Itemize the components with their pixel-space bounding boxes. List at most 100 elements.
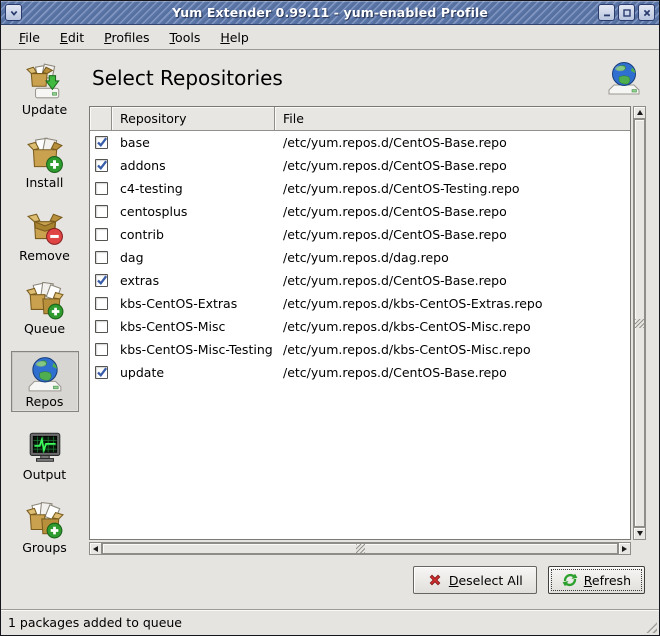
- repo-file: /etc/yum.repos.d/CentOS-Base.repo: [275, 273, 630, 288]
- repo-name: base: [112, 135, 275, 150]
- scroll-down-button[interactable]: [633, 527, 646, 540]
- repo-checkbox[interactable]: [95, 228, 108, 241]
- remove-box-icon: [26, 209, 64, 247]
- sidebar-item-update[interactable]: Update: [11, 59, 79, 120]
- repo-checkbox[interactable]: [95, 251, 108, 264]
- repo-row[interactable]: contrib/etc/yum.repos.d/CentOS-Base.repo: [90, 223, 630, 246]
- repo-name: centosplus: [112, 204, 275, 219]
- resize-grip[interactable]: [642, 618, 657, 633]
- sidebar-item-label: Groups: [14, 540, 76, 555]
- repo-file: /etc/yum.repos.d/CentOS-Testing.repo: [275, 181, 630, 196]
- repo-checkbox[interactable]: [95, 297, 108, 310]
- horizontal-scroll-track[interactable]: [102, 542, 618, 555]
- page-title: Select Repositories: [92, 66, 283, 90]
- repo-row[interactable]: kbs-CentOS-Extras/etc/yum.repos.d/kbs-Ce…: [90, 292, 630, 315]
- deselect-all-button[interactable]: Deselect All: [413, 566, 537, 594]
- column-header-file[interactable]: File: [275, 107, 630, 131]
- deselect-x-icon: [427, 572, 443, 588]
- arrow-left-icon: [93, 546, 98, 552]
- repo-row[interactable]: kbs-CentOS-Misc/etc/yum.repos.d/kbs-Cent…: [90, 315, 630, 338]
- sidebar-item-output[interactable]: Output: [11, 424, 79, 485]
- vertical-scroll-thumb[interactable]: [634, 119, 645, 527]
- window-title: Yum Extender 0.99.11 - yum-enabled Profi…: [1, 5, 659, 20]
- repo-name: contrib: [112, 227, 275, 242]
- minimize-button[interactable]: [598, 4, 615, 21]
- repo-checkbox-checked[interactable]: [95, 366, 108, 379]
- arrow-up-icon: [637, 110, 643, 115]
- status-bar: 1 packages added to queue: [1, 609, 659, 635]
- window-menu-button[interactable]: [5, 4, 22, 21]
- scroll-right-button[interactable]: [618, 542, 631, 555]
- repo-name: addons: [112, 158, 275, 173]
- content-area: Update Install Remove Queue Repos Output Group…: [1, 50, 659, 609]
- repo-file: /etc/yum.repos.d/CentOS-Base.repo: [275, 365, 630, 380]
- sidebar: Update Install Remove Queue Repos Output Group…: [1, 50, 88, 609]
- menu-tools[interactable]: Tools: [160, 27, 211, 48]
- minimize-icon: [602, 8, 612, 18]
- column-header-repository[interactable]: Repository: [112, 107, 275, 131]
- repo-file: /etc/yum.repos.d/CentOS-Base.repo: [275, 158, 630, 173]
- arrow-right-icon: [622, 546, 627, 552]
- repo-checkbox[interactable]: [95, 205, 108, 218]
- output-monitor-icon: [26, 428, 64, 466]
- main-panel: Select Repositories RepositoryFile base/…: [88, 50, 659, 609]
- repo-checkbox-checked[interactable]: [95, 159, 108, 172]
- scroll-left-button[interactable]: [89, 542, 102, 555]
- sidebar-item-label: Update: [14, 102, 76, 117]
- title-bar[interactable]: Yum Extender 0.99.11 - yum-enabled Profi…: [1, 1, 659, 25]
- refresh-button[interactable]: Refresh: [548, 566, 645, 594]
- repo-row[interactable]: base/etc/yum.repos.d/CentOS-Base.repo: [90, 131, 630, 154]
- scroll-grip-icon: [635, 319, 644, 328]
- vertical-scrollbar[interactable]: [633, 106, 646, 540]
- horizontal-scrollbar[interactable]: [89, 542, 631, 555]
- sidebar-item-queue[interactable]: Queue: [11, 278, 79, 339]
- sidebar-item-label: Queue: [14, 321, 76, 336]
- menu-profiles[interactable]: Profiles: [94, 27, 159, 48]
- repo-checkbox[interactable]: [95, 182, 108, 195]
- menu-edit[interactable]: Edit: [50, 27, 94, 48]
- menu-help[interactable]: Help: [210, 27, 259, 48]
- button-row: Deselect All Refresh: [89, 555, 646, 609]
- repo-row[interactable]: dag/etc/yum.repos.d/dag.repo: [90, 246, 630, 269]
- repo-row[interactable]: update/etc/yum.repos.d/CentOS-Base.repo: [90, 361, 630, 384]
- repo-row[interactable]: c4-testing/etc/yum.repos.d/CentOS-Testin…: [90, 177, 630, 200]
- list-viewport: RepositoryFile base/etc/yum.repos.d/Cent…: [89, 106, 631, 540]
- repo-file: /etc/yum.repos.d/kbs-CentOS-Misc.repo: [275, 342, 630, 357]
- repo-row[interactable]: kbs-CentOS-Misc-Testing/etc/yum.repos.d/…: [90, 338, 630, 361]
- repo-name: dag: [112, 250, 275, 265]
- table-header: RepositoryFile: [90, 107, 630, 131]
- sidebar-item-install[interactable]: Install: [11, 132, 79, 193]
- close-button[interactable]: [638, 4, 655, 21]
- menu-file[interactable]: File: [9, 27, 50, 48]
- scroll-up-button[interactable]: [633, 106, 646, 119]
- status-text: 1 packages added to queue: [8, 615, 182, 630]
- repo-checkbox[interactable]: [95, 320, 108, 333]
- repo-row[interactable]: addons/etc/yum.repos.d/CentOS-Base.repo: [90, 154, 630, 177]
- sidebar-item-remove[interactable]: Remove: [11, 205, 79, 266]
- vertical-scroll-track[interactable]: [633, 119, 646, 527]
- sidebar-item-repos[interactable]: Repos: [11, 351, 79, 412]
- repo-checkbox-checked[interactable]: [95, 274, 108, 287]
- repo-row[interactable]: extras/etc/yum.repos.d/CentOS-Base.repo: [90, 269, 630, 292]
- column-header-checkbox[interactable]: [90, 107, 112, 131]
- repo-file: /etc/yum.repos.d/dag.repo: [275, 250, 630, 265]
- close-icon: [642, 8, 652, 18]
- repo-name: kbs-CentOS-Misc-Testing: [112, 342, 275, 357]
- sidebar-item-groups[interactable]: Groups: [11, 497, 79, 558]
- repos-globe-icon: [606, 60, 642, 96]
- maximize-button[interactable]: [618, 4, 635, 21]
- horizontal-scroll-thumb[interactable]: [102, 543, 618, 554]
- chevron-down-icon: [9, 8, 19, 18]
- sidebar-item-label: Output: [14, 467, 76, 482]
- repo-checkbox-checked[interactable]: [95, 136, 108, 149]
- sidebar-item-label: Install: [14, 175, 76, 190]
- yum-extender-window: Yum Extender 0.99.11 - yum-enabled Profi…: [0, 0, 660, 636]
- repo-row[interactable]: centosplus/etc/yum.repos.d/CentOS-Base.r…: [90, 200, 630, 223]
- repo-file: /etc/yum.repos.d/CentOS-Base.repo: [275, 204, 630, 219]
- update-box-icon: [26, 63, 64, 101]
- button-label: Deselect All: [449, 573, 523, 588]
- scroll-grip-icon: [356, 544, 365, 553]
- repos-globe-icon: [26, 355, 64, 393]
- repo-checkbox[interactable]: [95, 343, 108, 356]
- repo-name: c4-testing: [112, 181, 275, 196]
